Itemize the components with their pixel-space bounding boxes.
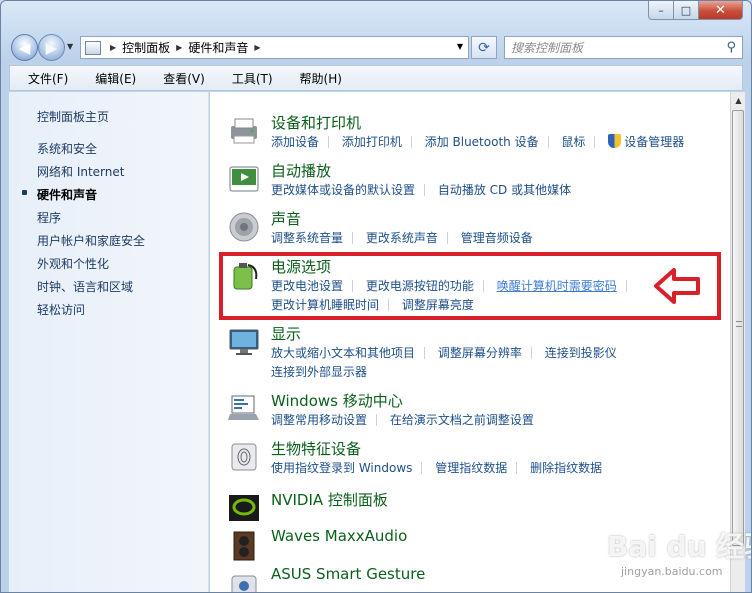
navigation-bar: ◀ ▶ ▼ ▶ 控制面板 ▶ 硬件和声音 ▶ ▼ ⟳ ⚲ [1, 32, 751, 62]
waves-audio-icon[interactable] [227, 531, 261, 561]
menu-view[interactable]: 查看(V) [145, 70, 214, 87]
refresh-button[interactable]: ⟳ [471, 36, 497, 59]
category-links: 使用指纹登录到 Windows 管理指纹数据 删除指纹数据 [271, 459, 602, 476]
sidebar-item-user-accounts[interactable]: 用户帐户和家庭安全 [37, 232, 145, 249]
sidebar-item-ease-of-access[interactable]: 轻松访问 [37, 301, 85, 318]
category-links: 连接到外部显示器 [271, 363, 367, 380]
category-links: 调整系统音量 更改系统声音 管理音频设备 [271, 229, 533, 246]
back-button[interactable]: ◀ [11, 34, 38, 61]
chevron-right-icon[interactable]: ▶ [176, 43, 182, 52]
fingerprint-icon[interactable] [227, 442, 261, 472]
category-links: 更改媒体或设备的默认设置 自动播放 CD 或其他媒体 [271, 181, 571, 198]
category-title[interactable]: 设备和打印机 [271, 112, 361, 133]
forward-button[interactable]: ▶ [38, 34, 65, 61]
chevron-right-icon[interactable]: ▶ [110, 43, 116, 52]
category-links: 添加设备 添加打印机 添加 Bluetooth 设备 鼠标 设备管理器 [271, 133, 684, 150]
maximize-button[interactable]: □ [674, 1, 699, 20]
annotation-highlight-box [219, 252, 721, 320]
recent-pages-dropdown[interactable]: ▼ [67, 42, 73, 51]
mobility-center-icon[interactable] [227, 394, 261, 424]
category-title[interactable]: Waves MaxxAudio [271, 527, 407, 545]
baidu-watermark: Bai du 经验 jingyan.baidu.com [607, 525, 751, 591]
current-item-bullet [22, 190, 27, 195]
asus-gesture-icon[interactable] [227, 569, 261, 592]
audio-devices-link[interactable]: 管理音频设备 [461, 231, 533, 245]
vertical-scrollbar[interactable]: ▲ [730, 92, 745, 592]
breadcrumb-segment[interactable]: 控制面板 [122, 39, 170, 56]
caption-buttons: – □ ✕ [648, 1, 743, 21]
category-title[interactable]: 自动播放 [271, 160, 331, 181]
sidebar-item-clock-region[interactable]: 时钟、语言和区域 [37, 278, 133, 295]
category-title[interactable]: NVIDIA 控制面板 [271, 489, 388, 510]
speaker-icon[interactable] [227, 212, 261, 242]
nvidia-icon[interactable] [227, 493, 261, 523]
autoplay-cd-link[interactable]: 自动播放 CD 或其他媒体 [438, 183, 571, 197]
minimize-button[interactable]: – [648, 1, 674, 20]
delete-fingerprint-link[interactable]: 删除指纹数据 [530, 461, 602, 475]
control-panel-icon [85, 40, 101, 55]
back-arrow-icon: ◀ [18, 38, 31, 57]
sidebar-item-hardware-sound: 硬件和声音 [37, 188, 98, 202]
category-title[interactable]: 显示 [271, 323, 301, 344]
printer-icon[interactable] [227, 116, 261, 146]
add-printer-link[interactable]: 添加打印机 [342, 135, 402, 149]
category-title[interactable]: ASUS Smart Gesture [271, 565, 425, 583]
mouse-link[interactable]: 鼠标 [561, 135, 585, 149]
forward-arrow-icon: ▶ [45, 38, 58, 57]
menu-edit[interactable]: 编辑(E) [77, 70, 145, 87]
system-sounds-link[interactable]: 更改系统声音 [366, 231, 438, 245]
breadcrumb-segment[interactable]: 硬件和声音 [188, 39, 248, 56]
screen-resolution-link[interactable]: 调整屏幕分辨率 [438, 346, 522, 360]
scrollbar-thumb[interactable] [732, 110, 744, 546]
watermark-text: Bai du 经验 [607, 530, 751, 563]
category-links: 调整常用移动设置 在给演示文档之前调整设置 [271, 411, 534, 428]
media-default-settings-link[interactable]: 更改媒体或设备的默认设置 [271, 183, 415, 197]
chevron-right-icon[interactable]: ▶ [254, 43, 260, 52]
connect-projector-link[interactable]: 连接到投影仪 [545, 346, 617, 360]
watermark-subtext: jingyan.baidu.com [621, 565, 723, 578]
sidebar-item-network[interactable]: 网络和 Internet [37, 163, 124, 180]
chevron-down-icon[interactable]: ▼ [457, 42, 463, 51]
display-icon[interactable] [227, 327, 261, 357]
main-content: 设备和打印机 添加设备 添加打印机 添加 Bluetooth 设备 鼠标 设备管… [210, 92, 730, 592]
category-title[interactable]: Windows 移动中心 [271, 390, 403, 411]
menu-file[interactable]: 文件(F) [10, 70, 77, 87]
scroll-up-arrow-icon[interactable]: ▲ [731, 92, 746, 108]
menu-bar: 文件(F) 编辑(E) 查看(V) 工具(T) 帮助(H) [9, 65, 743, 91]
menu-tools[interactable]: 工具(T) [214, 70, 282, 87]
sidebar-item-appearance[interactable]: 外观和个性化 [37, 255, 109, 272]
category-links: 放大或缩小文本和其他项目 调整屏幕分辨率 连接到投影仪 [271, 344, 617, 361]
sidebar-item-home[interactable]: 控制面板主页 [37, 108, 109, 125]
close-button[interactable]: ✕ [699, 1, 743, 20]
refresh-icon: ⟳ [478, 39, 490, 56]
shield-icon [608, 134, 622, 148]
search-icon[interactable]: ⚲ [726, 40, 736, 55]
category-title[interactable]: 声音 [271, 208, 301, 229]
annotation-arrow-icon [654, 268, 700, 304]
device-manager-link[interactable]: 设备管理器 [624, 135, 684, 149]
presentation-settings-link[interactable]: 在给演示文档之前调整设置 [390, 413, 534, 427]
external-display-link[interactable]: 连接到外部显示器 [271, 365, 367, 379]
text-size-link[interactable]: 放大或缩小文本和其他项目 [271, 346, 415, 360]
control-panel-window: – □ ✕ ◀ ▶ ▼ ▶ 控制面板 ▶ 硬件和声音 ▶ ▼ ⟳ ⚲ 文件(F) [0, 0, 752, 593]
autoplay-icon[interactable] [227, 164, 261, 194]
menu-help[interactable]: 帮助(H) [282, 70, 351, 87]
add-device-link[interactable]: 添加设备 [271, 135, 319, 149]
fingerprint-login-link[interactable]: 使用指纹登录到 Windows [271, 461, 412, 475]
category-title[interactable]: 生物特征设备 [271, 438, 361, 459]
system-volume-link[interactable]: 调整系统音量 [271, 231, 343, 245]
sidebar-item-programs[interactable]: 程序 [37, 209, 61, 226]
grip-icon [736, 321, 742, 327]
sidebar-item-system-security[interactable]: 系统和安全 [37, 140, 97, 157]
mobility-settings-link[interactable]: 调整常用移动设置 [271, 413, 367, 427]
sidebar: 控制面板主页 系统和安全 网络和 Internet 硬件和声音 程序 用户帐户和… [9, 92, 209, 592]
add-bluetooth-link[interactable]: 添加 Bluetooth 设备 [425, 135, 539, 149]
search-box: ⚲ [504, 36, 743, 59]
manage-fingerprint-link[interactable]: 管理指纹数据 [435, 461, 507, 475]
search-input[interactable] [511, 40, 711, 55]
address-bar[interactable]: ▶ 控制面板 ▶ 硬件和声音 ▶ ▼ [80, 36, 469, 59]
